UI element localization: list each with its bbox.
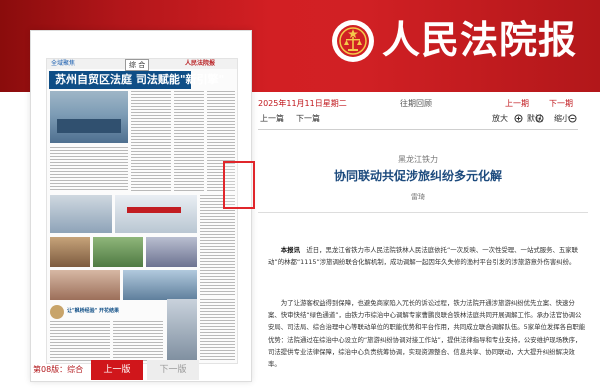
article-title: 协同联动共促涉旅纠纷多元化解 bbox=[333, 169, 502, 183]
section-tag: 综 合 bbox=[125, 59, 150, 71]
feature-badge bbox=[50, 305, 64, 319]
court-photo-detail bbox=[57, 119, 121, 133]
text-column bbox=[131, 91, 171, 191]
lead-label: 本报讯 bbox=[280, 246, 300, 254]
edition-tag: 全域聚焦 bbox=[51, 60, 76, 67]
zoom-in-icon bbox=[514, 114, 523, 126]
truck-stripe bbox=[127, 207, 181, 213]
page-masthead: 人民法院报 bbox=[185, 60, 216, 67]
newspaper-logo[interactable]: 人民法院报 bbox=[382, 14, 577, 66]
article-paragraph: 本报讯 近日，黑龙江省铁力市人民法院铁林人民法庭依托“一次反映、一次性受理、一站… bbox=[268, 244, 586, 268]
article-kicker: 黑龙江铁力 bbox=[398, 155, 438, 164]
next-edition-link[interactable]: 下一期 bbox=[549, 99, 573, 109]
portrait-photo bbox=[167, 299, 197, 361]
court-photo bbox=[50, 91, 128, 143]
court-emblem-icon bbox=[332, 20, 374, 62]
reset-icon bbox=[535, 114, 544, 126]
text-column bbox=[200, 195, 235, 295]
next-page-button[interactable]: 下一版 bbox=[147, 360, 199, 380]
group-photo bbox=[93, 237, 143, 267]
feature-caption: 让"枫桥经验" 开花结果 bbox=[67, 308, 119, 314]
divider bbox=[258, 212, 588, 213]
prev-edition-link[interactable]: 上一期 bbox=[505, 99, 529, 109]
text-column bbox=[174, 91, 204, 191]
issue-date: 2025年11月11日星期二 bbox=[258, 99, 347, 108]
selected-article-highlight[interactable] bbox=[223, 161, 255, 209]
article-toolbar: 上一篇 下一篇 放大 默认 缩小 bbox=[258, 110, 578, 130]
article-paragraph: 为了让游客权益得到保障，也避免商家陷入冗长的诉讼过程，铁力法院开通涉旅游纠纷优先… bbox=[268, 297, 586, 370]
newspaper-page-panel: 全域聚焦 综 合 人民法院报 苏州自贸区法庭 司法赋能"新引擎" 让"枫桥经验"… bbox=[30, 30, 255, 382]
article-author: 雷琦 bbox=[411, 193, 425, 201]
zoom-in-button[interactable]: 放大 bbox=[492, 114, 508, 124]
group-photo bbox=[50, 237, 90, 267]
paragraph-text: 近日，黑龙江省铁力市人民法院铁林人民法庭依托“一次反映、一次性受理、一站式服务、… bbox=[268, 246, 579, 267]
paragraph-text: 为了让游客权益得到保障，也避免商家陷入冗长的诉讼过程，铁力法院开通涉旅游纠纷优先… bbox=[268, 299, 586, 369]
page-label: 第08版：综合 bbox=[33, 365, 84, 374]
truck-photo bbox=[115, 195, 197, 233]
text-column bbox=[113, 321, 163, 361]
prev-page-button[interactable]: 上一版 bbox=[91, 360, 143, 380]
group-photo bbox=[146, 237, 197, 267]
text-column bbox=[50, 147, 128, 191]
next-article-button[interactable]: 下一篇 bbox=[296, 114, 320, 124]
page-headline: 苏州自贸区法庭 司法赋能"新引擎" bbox=[49, 71, 224, 89]
prev-article-button[interactable]: 上一篇 bbox=[260, 114, 284, 124]
text-column bbox=[50, 321, 110, 361]
group-photo bbox=[123, 270, 197, 300]
archive-link[interactable]: 往期回顾 bbox=[400, 99, 432, 109]
zoom-out-icon bbox=[568, 114, 577, 126]
event-photo bbox=[50, 195, 112, 233]
group-photo bbox=[50, 270, 120, 300]
text-column bbox=[200, 299, 235, 361]
page-navigation: 第08版：综合 上一版 下一版 bbox=[31, 360, 251, 380]
newspaper-page-image[interactable]: 全域聚焦 综 合 人民法院报 苏州自贸区法庭 司法赋能"新引擎" 让"枫桥经验"… bbox=[46, 58, 238, 364]
